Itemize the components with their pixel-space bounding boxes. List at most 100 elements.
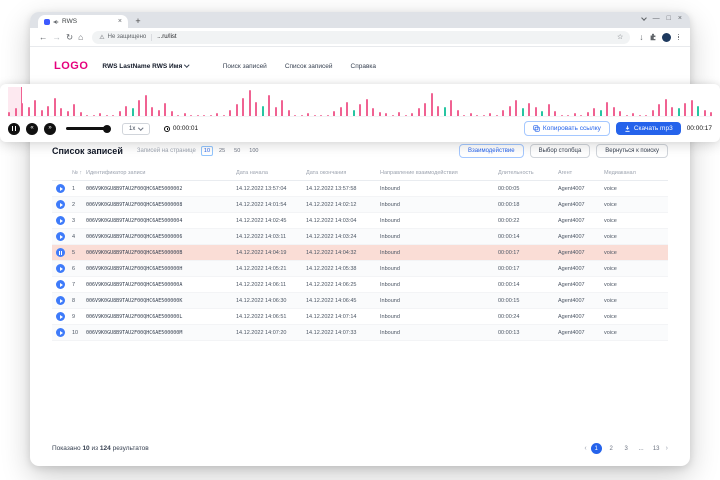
window-close-icon[interactable]: × [678,15,682,22]
action-button-3[interactable]: Вернуться к поиску [596,144,668,158]
bookmark-star-icon[interactable]: ☆ [617,33,623,41]
action-button-2[interactable]: Выбор столбца [529,144,591,158]
browser-menu-icon[interactable] [676,33,682,41]
table-row[interactable]: 1 006V9K0GU8B9TAU2F00QHC6AE5000002 14.12.2… [52,180,668,197]
row-play-button[interactable] [56,200,65,209]
wave-bar [170,110,173,116]
row-play-button[interactable] [56,264,65,273]
row-play-button[interactable] [56,216,65,225]
pagination: ‹ 1 2 3... 13 › [584,443,668,454]
volume-slider[interactable] [66,124,111,133]
wave-bar [157,109,160,116]
column-header-6[interactable]: Длительность [494,166,554,181]
wave-bar [495,114,498,116]
copy-link-button[interactable]: Копировать ссылку [523,121,610,136]
profile-avatar[interactable] [661,32,671,42]
pagination-prev[interactable]: ‹ [584,445,586,452]
rewind-button[interactable]: « [26,122,38,135]
page-size-50[interactable]: 50 [231,146,243,156]
cell-play [52,276,68,293]
nav-item-2[interactable]: Список записей [285,63,333,70]
back-icon[interactable]: ← [39,33,48,42]
cell-duration: 00:00:14 [494,228,554,245]
row-play-button[interactable] [56,232,65,241]
column-header-2[interactable]: Идентификатор записи [82,166,232,181]
column-header-3[interactable]: Дата начала [232,166,302,181]
row-play-button[interactable] [56,328,65,337]
nav-item-1[interactable]: Поиск записей [223,63,267,70]
waveform[interactable] [8,87,712,117]
pagination-page-13[interactable]: 13 [651,443,662,454]
cell-record-id: 006V9K0GU8B9TAU2F00QHC6AE5000008 [82,196,232,213]
nav-item-3[interactable]: Справка [351,63,377,70]
column-header-7[interactable]: Агент [554,166,600,181]
browser-tab[interactable]: RWS × [38,15,128,28]
pagination-page-3[interactable]: 3 [621,443,632,454]
cell-play [52,180,68,197]
download-mp3-button[interactable]: Скачать mp3 [615,122,681,135]
tab-audio-icon[interactable] [53,19,59,25]
download-icon [625,125,630,132]
cell-play [52,308,68,325]
downloads-icon[interactable]: ↓ [639,33,643,42]
pagination-page-2[interactable]: 2 [606,443,617,454]
address-bar[interactable]: ⚠ Не защищено ...ru/list ☆ [92,30,631,44]
cell-play [52,324,68,341]
page-size-10[interactable]: 10 [200,146,214,156]
wave-bar [320,114,322,116]
row-play-button[interactable] [56,312,65,321]
window-minimize-icon[interactable]: — [653,15,660,22]
column-header-4[interactable]: Дата окончания [302,166,376,181]
chevron-down-icon [184,62,190,68]
wave-bar [242,97,244,116]
cell-agent: Agent4007 [554,292,600,309]
row-pause-button[interactable] [56,248,65,257]
action-button-1[interactable]: Взаимодействие [459,144,524,158]
cell-direction: Inbound [376,260,494,277]
wave-bar [339,106,342,116]
page-size-100[interactable]: 100 [246,146,261,156]
header-actions: Взаимодействие Выбор столбца Вернуться к п… [459,144,668,158]
row-play-button[interactable] [56,184,65,193]
table-row[interactable]: 6 006V9K0GU8B9TAU2F00QHC6AE500000H 14.12.2… [52,260,668,277]
table-row[interactable]: 3 006V9K0GU8B9TAU2F00QHC6AE5000004 14.12.2… [52,212,668,229]
table-row[interactable]: 7 006V9K0GU8B9TAU2F00QHC6AE500000A 14.12.2… [52,276,668,293]
table-row[interactable]: 2 006V9K0GU8B9TAU2F00QHC6AE5000008 14.12.2… [52,196,668,213]
tab-close-icon[interactable]: × [118,18,122,25]
user-menu[interactable]: RWS LastName RWS Имя [102,62,190,70]
cell-start-date: 14.12.2022 14:05:21 [232,260,302,277]
volume-knob[interactable] [103,124,111,133]
tab-search-chevron-icon[interactable] [640,14,647,21]
page-size-25[interactable]: 25 [216,146,228,156]
playback-speed-select[interactable]: 1x [122,122,150,135]
new-tab-button[interactable]: + [132,15,144,27]
column-header-1[interactable]: № ↑ [68,166,82,181]
cell-record-id: 006V9K0GU8B9TAU2F00QHC6AE500000H [82,260,232,277]
column-header-5[interactable]: Направление взаимодействия [376,166,494,181]
table-row[interactable]: 4 006V9K0GU8B9TAU2F00QHC6AE5000006 14.12.2… [52,228,668,245]
window-maximize-icon[interactable]: □ [667,15,671,22]
wave-bar [515,100,517,116]
cell-duration: 00:00:15 [494,292,554,309]
pause-button[interactable] [8,122,20,135]
pagination-page-1[interactable]: 1 [590,443,602,454]
home-icon[interactable]: ⌂ [78,33,83,42]
table-row[interactable]: 8 006V9K0GU8B9TAU2F00QHC6AE500000K 14.12.2… [52,292,668,309]
extensions-puzzle-icon[interactable] [649,33,657,41]
table-row[interactable]: 9 006V9K0GU8B9TAU2F00QHC6AE500000L 14.12.2… [52,308,668,325]
wave-bar [248,90,251,116]
reload-icon[interactable]: ↻ [66,33,73,42]
column-header-play [52,166,68,181]
play-icon [59,218,63,223]
table-row[interactable]: 5 006V9K0GU8B9TAU2F00QHC6AE500000B 14.12.2… [52,244,668,261]
table-row[interactable]: 10 006V9K0GU8B9TAU2F00QHC6AE500000M 14.12.… [52,324,668,341]
wave-bar [209,114,212,116]
wave-bar [710,112,712,116]
cell-start-date: 14.12.2022 14:01:54 [232,196,302,213]
row-play-button[interactable] [56,280,65,289]
pagination-next[interactable]: › [666,445,668,452]
forward-icon[interactable]: → [53,33,62,42]
fast-forward-button[interactable]: » [44,122,56,135]
column-header-8[interactable]: Медиаканал [600,166,668,181]
row-play-button[interactable] [56,296,65,305]
